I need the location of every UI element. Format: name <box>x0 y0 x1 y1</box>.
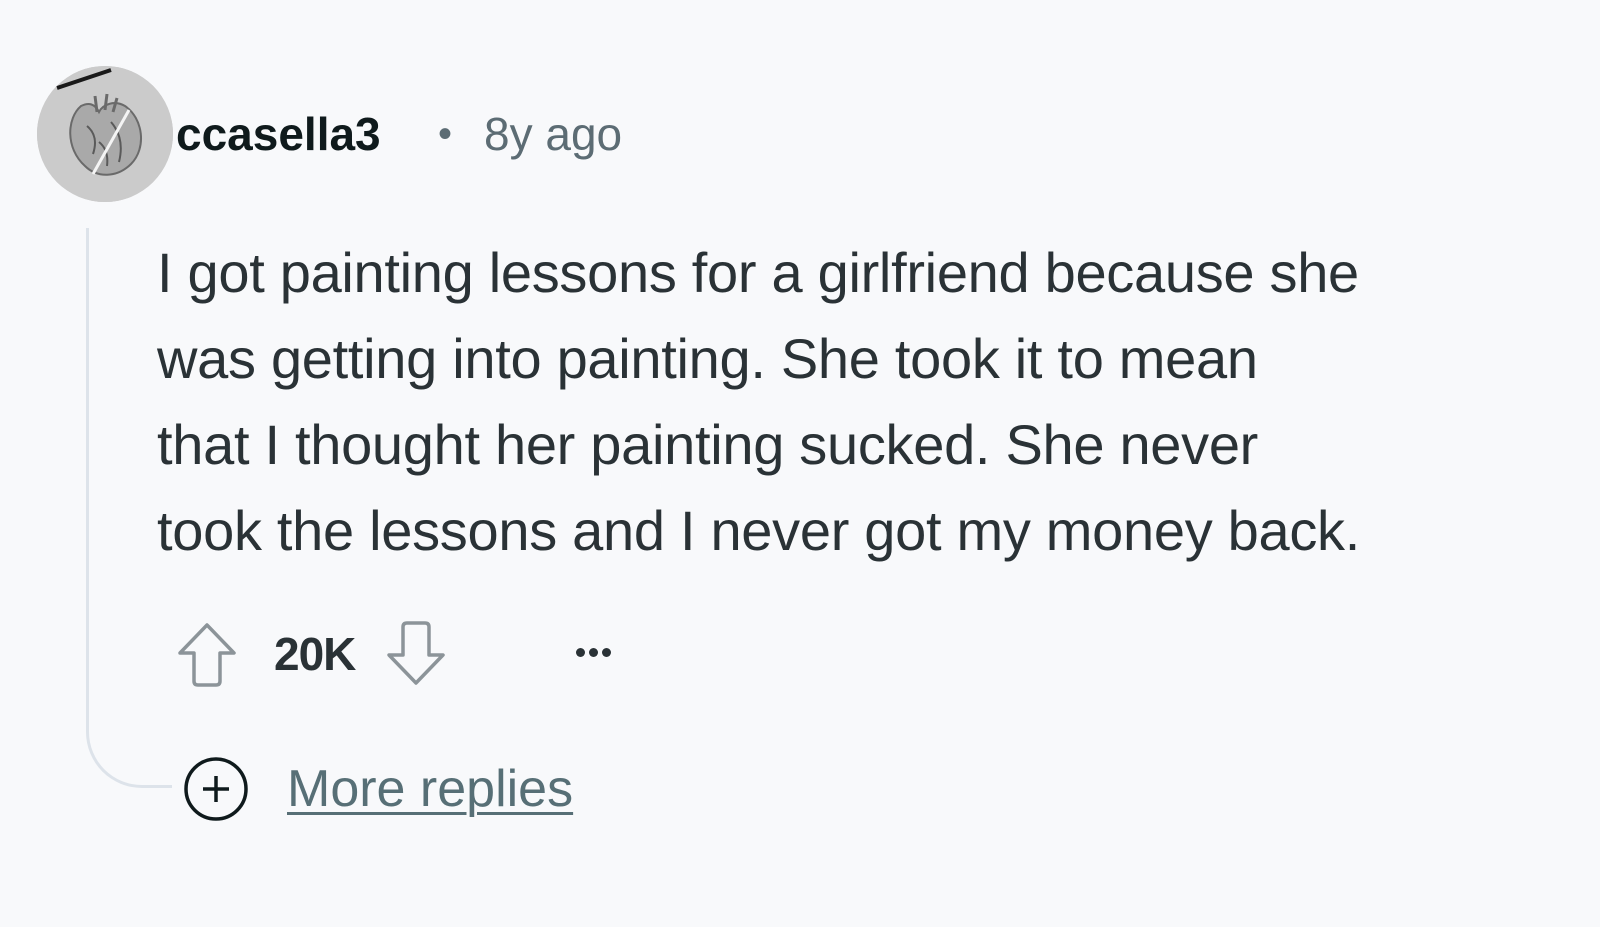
ellipsis-icon <box>575 647 585 657</box>
vote-score: 20K <box>274 628 356 680</box>
ellipsis-icon <box>588 647 598 657</box>
anatomical-heart-icon <box>37 66 173 202</box>
upvote-button[interactable] <box>174 618 240 690</box>
more-replies-link[interactable]: More replies <box>183 756 573 822</box>
expand-replies-button[interactable] <box>183 756 249 822</box>
downvote-button[interactable] <box>383 618 449 690</box>
comment-body-line: took the lessons and I never got my mone… <box>157 499 1360 562</box>
vote-bar: 20K <box>174 614 449 694</box>
comment-author[interactable]: ccasella3 <box>176 106 381 162</box>
downvote-arrow-icon <box>387 621 446 685</box>
comment-body-line: was getting into painting. She took it t… <box>157 327 1258 390</box>
comment-age[interactable]: 8y ago <box>484 106 622 162</box>
more-replies-label[interactable]: More replies <box>287 759 573 819</box>
upvote-arrow-icon <box>178 623 236 687</box>
comment-body-line: I got painting lessons for a girlfriend … <box>157 241 1359 304</box>
comment-body: I got painting lessons for a girlfriend … <box>157 230 1557 574</box>
user-avatar[interactable] <box>37 66 173 202</box>
meta-separator: • <box>438 112 453 156</box>
comment-body-line: that I thought her painting sucked. She … <box>157 413 1259 476</box>
more-options-button[interactable] <box>566 630 620 674</box>
ellipsis-icon <box>601 647 611 657</box>
plus-circle-icon <box>184 757 248 821</box>
